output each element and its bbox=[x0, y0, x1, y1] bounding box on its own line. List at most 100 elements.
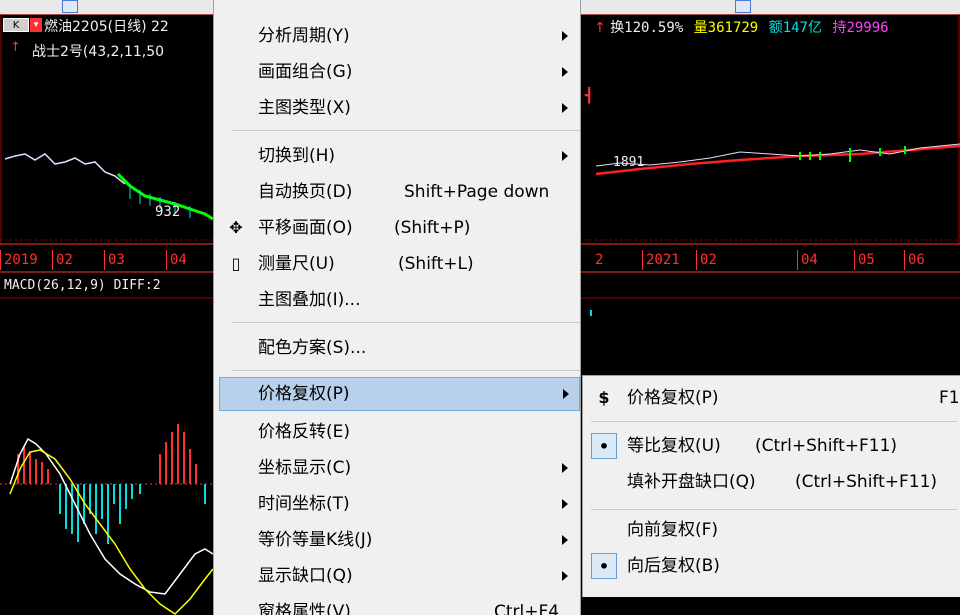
toolbar-button[interactable] bbox=[62, 0, 78, 13]
menu-item-label: 切换到(H) bbox=[258, 146, 336, 166]
toolbar-button[interactable] bbox=[735, 0, 751, 13]
move-icon: ✥ bbox=[229, 218, 243, 237]
menu-item-label: 向前复权(F) bbox=[627, 520, 719, 540]
submenu-arrow-icon bbox=[562, 103, 568, 113]
submenu-item-ratio-adjust[interactable]: • 等比复权(U) (Ctrl+Shift+F11) bbox=[583, 428, 960, 464]
date-tick: 2021 bbox=[642, 250, 680, 270]
menu-separator bbox=[591, 421, 957, 422]
tick-mark bbox=[590, 310, 592, 316]
menu-item-price-invert[interactable]: 价格反转(E) bbox=[218, 414, 578, 450]
volume-label: 量 bbox=[693, 20, 708, 36]
menu-item-label: 时间坐标(T) bbox=[258, 494, 350, 514]
menu-item-label: 测量尺(U) bbox=[258, 254, 335, 274]
menu-item-label: 画面组合(G) bbox=[258, 62, 353, 82]
menu-item-ruler[interactable]: ▯ 测量尺(U) (Shift+L) bbox=[218, 246, 578, 282]
menu-shortcut: F1 bbox=[939, 388, 960, 408]
submenu-arrow-icon bbox=[562, 571, 568, 581]
menu-item-label: 价格复权(P) bbox=[627, 388, 719, 408]
menu-item-label: 价格反转(E) bbox=[258, 422, 351, 442]
menu-item-label: 向后复权(B) bbox=[627, 556, 720, 576]
submenu-arrow-icon bbox=[562, 31, 568, 41]
macd-histogram-negative bbox=[59, 484, 206, 544]
date-tick: 2 bbox=[595, 252, 604, 268]
date-axis-left: 2019 02 03 04 bbox=[0, 246, 213, 272]
menu-item-price-adjust[interactable]: 价格复权(P) bbox=[219, 377, 580, 411]
date-tick: 02 bbox=[696, 250, 717, 270]
arrow-up-icon: ↑ bbox=[10, 40, 21, 55]
menu-item-chart-type[interactable]: 主图类型(X) bbox=[218, 90, 578, 126]
chevron-down-icon[interactable]: ▾ bbox=[30, 18, 42, 32]
menu-shortcut: (Shift+L) bbox=[398, 254, 474, 274]
menu-item-time-axis[interactable]: 时间坐标(T) bbox=[218, 486, 578, 522]
menu-shortcut: Ctrl+F4 bbox=[494, 602, 560, 615]
date-tick: 2019 bbox=[0, 250, 38, 270]
menu-item-analysis-period[interactable]: 分析周期(Y) bbox=[218, 18, 578, 54]
macd-dea-line bbox=[9, 449, 214, 615]
menu-separator bbox=[591, 509, 957, 510]
macd-histogram-positive bbox=[17, 424, 197, 484]
menu-item-label: 主图类型(X) bbox=[258, 98, 351, 118]
arrow-up-icon: ↑ bbox=[594, 20, 606, 36]
marker: ┫ bbox=[585, 88, 594, 104]
menu-item-switch-to[interactable]: 切换到(H) bbox=[218, 138, 578, 174]
price-line-left bbox=[4, 153, 126, 185]
menu-item-label: 平移画面(O) bbox=[258, 218, 353, 238]
menu-separator bbox=[232, 130, 580, 131]
menu-item-label: 自动换页(D) bbox=[258, 182, 353, 202]
menu-item-pane-properties[interactable]: 窗格属性(V) Ctrl+F4 bbox=[218, 594, 578, 615]
date-tick: 06 bbox=[904, 250, 925, 270]
macd-diff-line bbox=[9, 437, 214, 595]
bullet-icon: • bbox=[591, 433, 617, 459]
date-tick: 03 bbox=[104, 250, 125, 270]
turnover-value: 换120.59% bbox=[610, 20, 684, 36]
menu-item-layout[interactable]: 画面组合(G) bbox=[218, 54, 578, 90]
submenu-arrow-icon bbox=[562, 463, 568, 473]
menu-item-label: 等价等量K线(J) bbox=[258, 530, 373, 550]
submenu-arrow-icon bbox=[563, 389, 569, 399]
menu-item-equal-kline[interactable]: 等价等量K线(J) bbox=[218, 522, 578, 558]
submenu-item-price-adjust[interactable]: $ 价格复权(P) F1 bbox=[583, 380, 960, 416]
menu-item-label: 主图叠加(I)... bbox=[258, 290, 361, 310]
submenu-item-fill-gap[interactable]: 填补开盘缺口(Q) (Ctrl+Shift+F11) bbox=[583, 464, 960, 500]
submenu-item-backward-adjust[interactable]: • 向后复权(B) bbox=[583, 548, 960, 584]
level-value-label: 1891 bbox=[613, 155, 645, 170]
volume-value: 361729 bbox=[707, 20, 759, 36]
date-tick: 05 bbox=[854, 250, 875, 270]
right-header: ↑ 换120.59% 量361729 额147亿 持29996 bbox=[594, 17, 889, 37]
amount-value: 147亿 bbox=[782, 20, 822, 36]
context-menu: 分析周期(Y) 画面组合(G) 主图类型(X) 切换到(H) 自动换页(D) S… bbox=[213, 0, 581, 615]
submenu-arrow-icon bbox=[562, 67, 568, 77]
kline-badge[interactable]: K bbox=[3, 18, 29, 32]
menu-shortcut: (Shift+P) bbox=[394, 218, 471, 238]
submenu-arrow-icon bbox=[562, 499, 568, 509]
menu-item-label: 坐标显示(C) bbox=[258, 458, 352, 478]
menu-item-color-scheme[interactable]: 配色方案(S)... bbox=[218, 330, 578, 366]
hold-value: 29996 bbox=[846, 20, 889, 36]
menu-separator bbox=[232, 322, 580, 323]
price-adjust-submenu: $ 价格复权(P) F1 • 等比复权(U) (Ctrl+Shift+F11) … bbox=[582, 375, 960, 597]
bullet-icon: • bbox=[591, 553, 617, 579]
menu-item-axis-display[interactable]: 坐标显示(C) bbox=[218, 450, 578, 486]
indicator-label: 战士2号(43,2,11,50 bbox=[32, 44, 165, 60]
dollar-icon: $ bbox=[598, 388, 610, 407]
menu-item-show-gaps[interactable]: 显示缺口(Q) bbox=[218, 558, 578, 594]
menu-item-auto-page[interactable]: 自动换页(D) Shift+Page down bbox=[218, 174, 578, 210]
menu-item-label: 显示缺口(Q) bbox=[258, 566, 353, 586]
submenu-item-forward-adjust[interactable]: 向前复权(F) bbox=[583, 512, 960, 548]
menu-item-label: 等比复权(U) bbox=[627, 436, 721, 456]
menu-item-overlay[interactable]: 主图叠加(I)... bbox=[218, 282, 578, 318]
hold-label: 持 bbox=[832, 20, 847, 36]
menu-item-label: 填补开盘缺口(Q) bbox=[627, 472, 756, 492]
menu-shortcut: Shift+Page down bbox=[404, 182, 550, 202]
submenu-arrow-icon bbox=[562, 151, 568, 161]
macd-label: MACD(26,12,9) DIFF:2 bbox=[4, 278, 161, 293]
menu-item-label: 价格复权(P) bbox=[258, 384, 350, 404]
menu-separator bbox=[232, 370, 580, 371]
menu-item-label: 配色方案(S)... bbox=[258, 338, 367, 358]
menu-item-label: 窗格属性(V) bbox=[258, 602, 351, 615]
chart-title: 燃油2205(日线) 22 bbox=[44, 19, 169, 35]
submenu-arrow-icon bbox=[562, 535, 568, 545]
menu-item-pan[interactable]: ✥ 平移画面(O) (Shift+P) bbox=[218, 210, 578, 246]
date-tick: 02 bbox=[52, 250, 73, 270]
amount-label: 额 bbox=[768, 20, 783, 36]
